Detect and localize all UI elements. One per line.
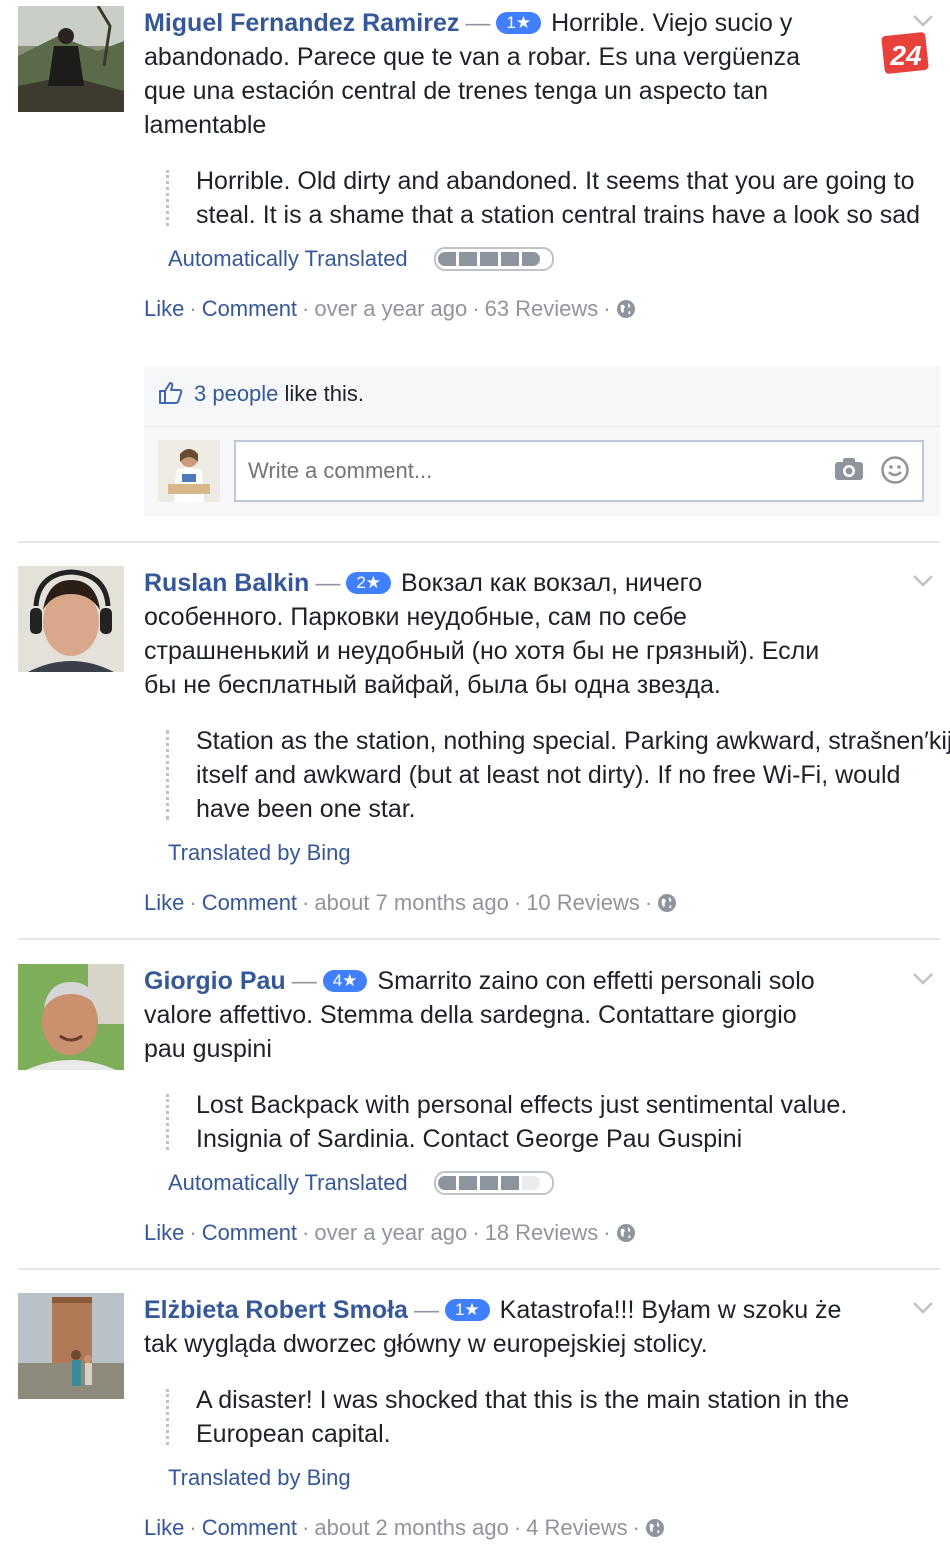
likes-suffix: like this. — [278, 381, 365, 406]
translated-text: A disaster! I was shocked that this is t… — [196, 1386, 850, 1448]
translation-source-link[interactable]: Automatically Translated — [168, 246, 408, 272]
translation-source-link[interactable]: Translated by Bing — [168, 840, 351, 866]
avatar[interactable] — [18, 964, 124, 1070]
post-divider — [18, 541, 940, 543]
like-link[interactable]: Like — [144, 1220, 184, 1245]
translation-source-link[interactable]: Automatically Translated — [168, 1170, 408, 1196]
post-actions: Like · Comment · about 2 months ago · 4 Review… — [144, 1511, 940, 1545]
translation-block: A disaster! I was shocked that this is t… — [144, 1383, 936, 1451]
timestamp[interactable]: about 2 months ago — [314, 1515, 508, 1540]
chevron-down-icon[interactable] — [912, 574, 934, 593]
translation-quality-meter[interactable] — [433, 1171, 554, 1195]
post-actions: Like · Comment · over a year ago · 63 Reviews · — [144, 292, 940, 326]
thumbs-up-icon — [158, 380, 184, 416]
rating-badge: 2★ — [346, 572, 392, 594]
author-name[interactable]: Ruslan Balkin — [144, 569, 309, 597]
chevron-down-icon[interactable] — [912, 972, 934, 991]
translation-block: Station as the station, nothing special.… — [144, 724, 950, 826]
translation-source-link[interactable]: Translated by Bing — [168, 1465, 351, 1491]
current-user-avatar[interactable] — [158, 440, 220, 502]
comment-input[interactable] — [234, 440, 924, 502]
globe-icon — [645, 1514, 665, 1548]
globe-icon — [616, 1219, 636, 1253]
translation-block: Lost Backpack with personal effects just… — [144, 1088, 936, 1156]
like-link[interactable]: Like — [144, 296, 184, 321]
comment-link[interactable]: Comment — [202, 1515, 297, 1540]
author-name[interactable]: Elżbieta Robert Smoła — [144, 1296, 408, 1324]
comment-link[interactable]: Comment — [202, 1220, 297, 1245]
camera-icon[interactable] — [834, 457, 864, 486]
avatar[interactable] — [18, 6, 124, 112]
likes-summary: 3 people like this. — [158, 376, 364, 416]
like-link[interactable]: Like — [144, 1515, 184, 1540]
translation-block: Horrible. Old dirty and abandoned. It se… — [144, 164, 936, 232]
like-link[interactable]: Like — [144, 890, 184, 915]
globe-icon — [657, 889, 677, 923]
globe-icon — [616, 295, 636, 329]
timestamp[interactable]: over a year ago — [314, 296, 467, 321]
review-count[interactable]: 63 Reviews — [485, 296, 599, 321]
rating-badge: 1★ — [496, 12, 542, 34]
likers-link[interactable]: 3 people — [194, 381, 278, 406]
comment-link[interactable]: Comment — [202, 890, 297, 915]
author-name[interactable]: Giorgio Pau — [144, 967, 286, 995]
rating-badge: 1★ — [444, 1299, 490, 1321]
avatar[interactable] — [18, 1293, 124, 1399]
review-count[interactable]: 10 Reviews — [526, 890, 640, 915]
translation-quality-meter[interactable] — [433, 247, 554, 271]
comment-link[interactable]: Comment — [202, 296, 297, 321]
review-count[interactable]: 18 Reviews — [485, 1220, 599, 1245]
rating-badge: 4★ — [322, 970, 368, 992]
timestamp[interactable]: over a year ago — [314, 1220, 467, 1245]
author-name[interactable]: Miguel Fernandez Ramirez — [144, 9, 459, 37]
post-divider — [18, 1268, 940, 1270]
translated-text: Station as the station, nothing special.… — [196, 727, 950, 823]
translated-text: Horrible. Old dirty and abandoned. It se… — [196, 167, 920, 229]
review-count[interactable]: 4 Reviews — [526, 1515, 627, 1540]
smiley-icon[interactable] — [880, 455, 910, 490]
chevron-down-icon[interactable] — [912, 1301, 934, 1320]
post-actions: Like · Comment · over a year ago · 18 Reviews · — [144, 1216, 940, 1250]
chevron-down-icon[interactable] — [912, 14, 934, 33]
post-divider — [18, 938, 940, 940]
likes-comment-box: 3 people like this. — [144, 366, 940, 516]
translated-text: Lost Backpack with personal effects just… — [196, 1091, 848, 1153]
post-actions: Like · Comment · about 7 months ago · 10 Revie… — [144, 886, 940, 920]
timestamp[interactable]: about 7 months ago — [314, 890, 508, 915]
avatar[interactable] — [18, 566, 124, 672]
